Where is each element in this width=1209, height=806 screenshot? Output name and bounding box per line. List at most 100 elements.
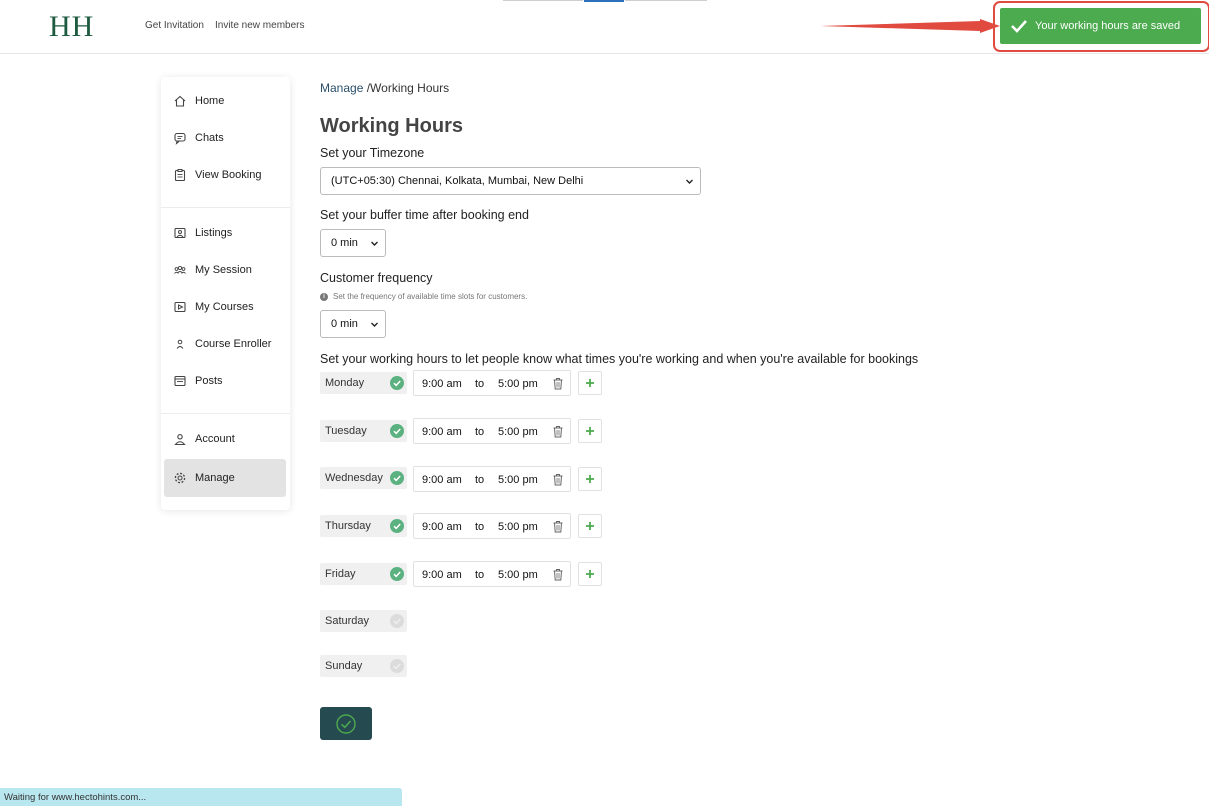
check-circle-icon bbox=[390, 519, 404, 533]
sidebar-item-posts[interactable]: Posts bbox=[161, 366, 290, 396]
to-label: to bbox=[475, 474, 485, 486]
time-range-tuesday: 9:00 am to 5:00 pm bbox=[413, 418, 571, 444]
trash-icon[interactable] bbox=[552, 520, 564, 533]
toast-message: Your working hours are saved bbox=[1035, 20, 1181, 32]
breadcrumb-current: /Working Hours bbox=[363, 81, 450, 95]
check-circle-icon bbox=[336, 713, 356, 734]
timezone-value: (UTC+05:30) Chennai, Kolkata, Mumbai, Ne… bbox=[331, 175, 584, 187]
chevron-down-icon bbox=[686, 179, 693, 184]
success-toast[interactable]: Your working hours are saved bbox=[1000, 8, 1201, 44]
frequency-label: Customer frequency bbox=[320, 271, 433, 285]
time-range-wednesday: 9:00 am to 5:00 pm bbox=[413, 466, 571, 492]
buffer-select[interactable]: 0 min bbox=[320, 229, 386, 257]
end-time-input[interactable]: 5:00 pm bbox=[498, 569, 538, 581]
check-circle-icon bbox=[390, 376, 404, 390]
time-range-monday: 9:00 am to 5:00 pm bbox=[413, 370, 571, 396]
day-name: Saturday bbox=[325, 615, 370, 627]
timezone-select[interactable]: (UTC+05:30) Chennai, Kolkata, Mumbai, Ne… bbox=[320, 167, 701, 195]
time-range-thursday: 9:00 am to 5:00 pm bbox=[413, 513, 571, 539]
account-icon bbox=[173, 432, 187, 446]
to-label: to bbox=[475, 521, 485, 533]
top-divider bbox=[503, 0, 583, 1]
top-divider bbox=[625, 0, 707, 1]
sidebar-item-my-courses[interactable]: My Courses bbox=[161, 292, 290, 322]
end-time-input[interactable]: 5:00 pm bbox=[498, 426, 538, 438]
breadcrumb-manage-link[interactable]: Manage bbox=[320, 81, 363, 95]
sidebar-item-label: Course Enroller bbox=[195, 338, 272, 350]
breadcrumb: Manage /Working Hours bbox=[320, 81, 449, 95]
day-toggle-saturday[interactable]: Saturday bbox=[320, 610, 407, 632]
sidebar-item-label: Home bbox=[195, 95, 225, 107]
end-time-input[interactable]: 5:00 pm bbox=[498, 521, 538, 533]
sidebar-item-label: Manage bbox=[195, 472, 235, 484]
end-time-input[interactable]: 5:00 pm bbox=[498, 378, 538, 390]
sidebar-item-account[interactable]: Account bbox=[161, 424, 290, 454]
start-time-input[interactable]: 9:00 am bbox=[422, 569, 462, 581]
sidebar-item-label: Listings bbox=[195, 227, 233, 239]
sidebar-item-label: Chats bbox=[195, 132, 224, 144]
home-icon bbox=[173, 94, 187, 108]
start-time-input[interactable]: 9:00 am bbox=[422, 426, 462, 438]
day-name: Thursday bbox=[325, 520, 371, 532]
frequency-select[interactable]: 0 min bbox=[320, 310, 386, 338]
to-label: to bbox=[475, 378, 485, 390]
sidebar-item-label: Account bbox=[195, 433, 235, 445]
day-toggle-sunday[interactable]: Sunday bbox=[320, 655, 407, 677]
plus-icon bbox=[586, 570, 594, 578]
posts-icon bbox=[173, 374, 187, 388]
end-time-input[interactable]: 5:00 pm bbox=[498, 474, 538, 486]
play-icon bbox=[173, 300, 187, 314]
day-toggle-tuesday[interactable]: Tuesday bbox=[320, 420, 407, 442]
browser-status-bar: Waiting for www.hectohints.com... bbox=[0, 788, 402, 806]
annotation-arrow bbox=[820, 19, 1000, 33]
sidebar-item-home[interactable]: Home bbox=[161, 86, 290, 116]
check-circle-icon bbox=[390, 471, 404, 485]
start-time-input[interactable]: 9:00 am bbox=[422, 474, 462, 486]
sidebar-item-course-enroller[interactable]: Course Enroller bbox=[161, 329, 290, 359]
chat-icon bbox=[173, 131, 187, 145]
day-toggle-friday[interactable]: Friday bbox=[320, 563, 407, 585]
day-name: Sunday bbox=[325, 660, 363, 672]
trash-icon[interactable] bbox=[552, 568, 564, 581]
sidebar-item-view-booking[interactable]: View Booking bbox=[161, 160, 290, 190]
sidebar-item-label: My Session bbox=[195, 264, 252, 276]
plus-icon bbox=[586, 522, 594, 530]
start-time-input[interactable]: 9:00 am bbox=[422, 378, 462, 390]
clipboard-icon bbox=[173, 168, 187, 182]
day-toggle-wednesday[interactable]: Wednesday bbox=[320, 467, 407, 489]
add-slot-button-tuesday[interactable] bbox=[578, 419, 602, 443]
check-circle-icon bbox=[390, 659, 404, 673]
trash-icon[interactable] bbox=[552, 473, 564, 486]
frequency-value: 0 min bbox=[331, 318, 358, 330]
save-button[interactable] bbox=[320, 707, 372, 740]
logo[interactable]: HH bbox=[49, 10, 94, 44]
check-circle-icon bbox=[390, 567, 404, 581]
gear-icon bbox=[173, 471, 187, 485]
sidebar-item-chats[interactable]: Chats bbox=[161, 123, 290, 153]
day-name: Monday bbox=[325, 377, 365, 389]
person-icon bbox=[173, 337, 187, 351]
start-time-input[interactable]: 9:00 am bbox=[422, 521, 462, 533]
trash-icon[interactable] bbox=[552, 377, 564, 390]
sidebar-item-manage[interactable]: Manage bbox=[164, 459, 286, 497]
chevron-down-icon bbox=[371, 241, 378, 246]
day-name: Tuesday bbox=[325, 425, 367, 437]
nav-get-invitation[interactable]: Get Invitation bbox=[145, 20, 204, 31]
day-toggle-thursday[interactable]: Thursday bbox=[320, 515, 407, 537]
add-slot-button-thursday[interactable] bbox=[578, 514, 602, 538]
timezone-label: Set your Timezone bbox=[320, 146, 425, 160]
listing-icon bbox=[173, 226, 187, 240]
add-slot-button-wednesday[interactable] bbox=[578, 467, 602, 491]
sidebar-divider bbox=[161, 207, 290, 208]
nav-invite-members[interactable]: Invite new members bbox=[215, 20, 304, 31]
sidebar-item-listings[interactable]: Listings bbox=[161, 218, 290, 248]
add-slot-button-monday[interactable] bbox=[578, 371, 602, 395]
day-toggle-monday[interactable]: Monday bbox=[320, 372, 407, 394]
add-slot-button-friday[interactable] bbox=[578, 562, 602, 586]
sidebar-item-my-session[interactable]: My Session bbox=[161, 255, 290, 285]
group-icon bbox=[173, 263, 187, 277]
page-title: Working Hours bbox=[320, 115, 463, 137]
trash-icon[interactable] bbox=[552, 425, 564, 438]
day-name: Wednesday bbox=[325, 472, 383, 484]
chevron-down-icon bbox=[371, 322, 378, 327]
